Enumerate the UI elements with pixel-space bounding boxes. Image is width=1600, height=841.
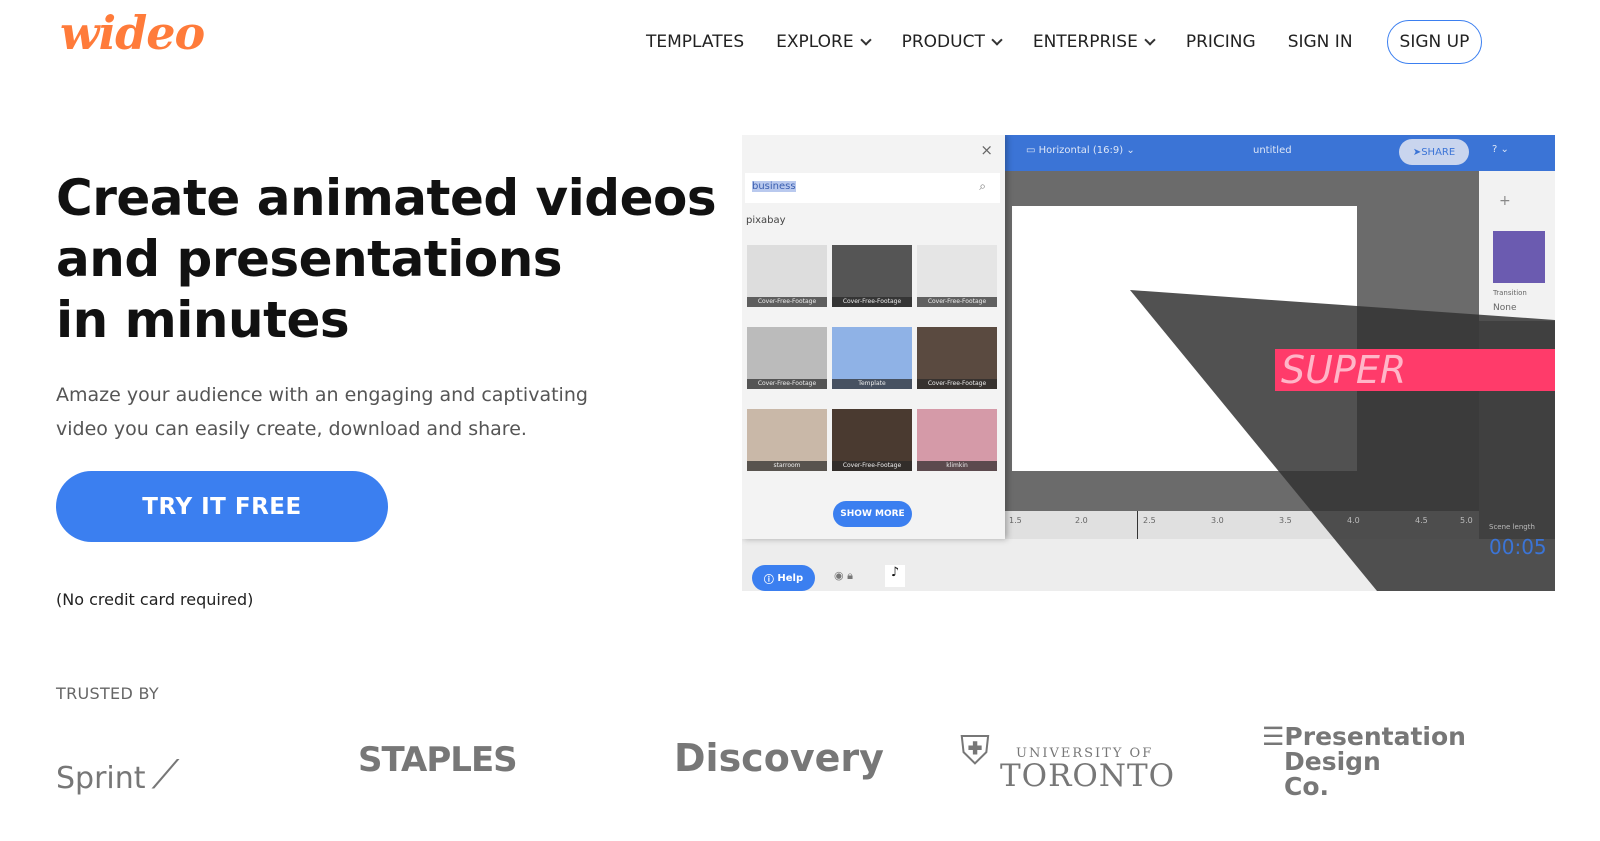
nav-label: PRICING [1185,32,1256,52]
help-label: Help [777,572,804,584]
show-more-button: SHOW MORE [833,501,912,527]
tick: 2.5 [1143,516,1156,525]
media-thumb: Cover-Free-Footage [917,245,997,307]
media-thumb: klimkin [917,409,997,471]
pixabay-logo: pixabay [746,215,786,226]
tick: 2.0 [1075,516,1088,525]
try-it-free-button[interactable]: TRY IT FREE [56,471,388,542]
nav-product[interactable]: PRODUCT [901,20,1003,64]
tick: 4.5 [1415,516,1428,525]
presentation-design-co-logo: ☰Presentation Design Co. [1262,722,1466,801]
format-select: ▭ Horizontal (16:9) ⌄ [1026,145,1135,156]
thumb-caption: Template [832,379,912,389]
thumb-caption: Cover-Free-Footage [747,379,827,389]
logo-text: Sprint [56,761,146,796]
media-thumb: Cover-Free-Footage [747,327,827,389]
media-thumb: Cover-Free-Footage [832,245,912,307]
transition-value: None [1493,303,1517,313]
logo-text: Co. [1284,772,1330,801]
editor-bottom-bar: ⓘ Help ◉ 🔒︎ ♪ [742,539,1555,591]
logo-text: Design [1284,747,1381,776]
share-label: SHARE [1421,146,1456,158]
sign-up-button[interactable]: SIGN UP [1386,20,1483,64]
main-nav: TEMPLATES EXPLORE PRODUCT ENTERPRISE PRI… [646,20,1483,64]
format-label: Horizontal (16:9) [1038,145,1124,156]
thumb-caption: starroom [747,461,827,471]
crest-icon: ⛨ [960,728,990,774]
scene-length-label: Scene length [1489,523,1535,531]
hero-title: Create animated videos and presentations i… [56,168,717,351]
nav-templates[interactable]: TEMPLATES [646,20,744,64]
scene-thumbnail [1493,231,1545,283]
editor-screenshot: ▭ Horizontal (16:9) ⌄ untitled ➤ SHARE ?… [742,135,1555,591]
title-line: in minutes [56,291,350,349]
tick: 1.5 [1009,516,1022,525]
tick: 3.0 [1211,516,1224,525]
thumb-caption: klimkin [917,461,997,471]
title-line: Create animated videos [56,169,717,227]
nav-label: ENTERPRISE [1032,32,1138,52]
nav-pricing[interactable]: PRICING [1186,20,1256,64]
subtitle-line: Amaze your audience with an engaging and… [56,384,588,406]
media-thumb: Cover-Free-Footage [917,327,997,389]
title-line: and presentations [56,230,563,288]
wideo-logo[interactable]: wideo [60,6,205,60]
media-thumb: Template [832,327,912,389]
share-button: ➤ SHARE [1399,139,1469,165]
trusted-by-label: TRUSTED BY [56,684,159,703]
staples-logo: STAPLES [358,740,518,780]
doc-title: untitled [1253,145,1292,156]
no-credit-card-note: (No credit card required) [56,590,254,609]
slide-text-super: SUPER [1275,349,1555,391]
nav-label: PRODUCT [901,32,985,52]
help-button: ⓘ Help [752,565,815,591]
hero-subtitle: Amaze your audience with an engaging and… [56,378,616,446]
tick: 5.0 [1460,516,1473,525]
media-thumb: starroom [747,409,827,471]
media-thumb: Cover-Free-Footage [747,245,827,307]
chevron-down-icon [859,33,872,46]
close-icon: × [980,141,993,159]
subtitle-line: video you can easily create, download an… [56,418,527,440]
search-icon: ⌕ [979,179,986,193]
tick: 4.0 [1347,516,1360,525]
discovery-logo: Discovery [674,736,884,780]
transition-label: Transition [1493,289,1527,297]
nav-label: SIGN IN [1287,32,1353,52]
nav-label: TEMPLATES [646,32,745,52]
scene-card: + Transition None [1479,171,1555,321]
thumb-caption: Cover-Free-Footage [832,461,912,471]
chevron-down-icon [991,33,1003,46]
slide-canvas [1012,206,1357,471]
search-value: business [752,181,796,192]
nav-label: EXPLORE [776,32,854,52]
scene-length: 00:05 [1489,535,1547,559]
media-search-input: business ⌕ [745,173,1000,203]
logo-text: TORONTO [1000,758,1176,794]
sprint-logo: Sprint ⟋ [56,752,180,798]
tick: 3.5 [1279,516,1292,525]
eye-lock-icons: ◉ 🔒︎ [834,569,853,582]
nav-enterprise[interactable]: ENTERPRISE [1032,20,1156,64]
thumb-caption: Cover-Free-Footage [747,297,827,307]
media-thumb: Cover-Free-Footage [832,409,912,471]
music-icon: ♪ [885,565,905,587]
timeline: 1.5 2.0 2.5 3.0 3.5 4.0 4.5 5.0 [1005,511,1479,561]
help-icon: ? ⌄ [1492,144,1509,155]
nav-sign-in[interactable]: SIGN IN [1288,20,1353,64]
media-search-panel: × business ⌕ pixabay Cover-Free-Footage C… [742,135,1005,539]
thumb-caption: Cover-Free-Footage [917,379,997,389]
thumb-caption: Cover-Free-Footage [832,297,912,307]
chevron-down-icon [1144,33,1156,46]
plus-icon: + [1499,193,1511,209]
thumb-caption: Cover-Free-Footage [917,297,997,307]
nav-explore[interactable]: EXPLORE [776,20,872,64]
sprint-wing-icon: ⟋ [151,752,180,798]
